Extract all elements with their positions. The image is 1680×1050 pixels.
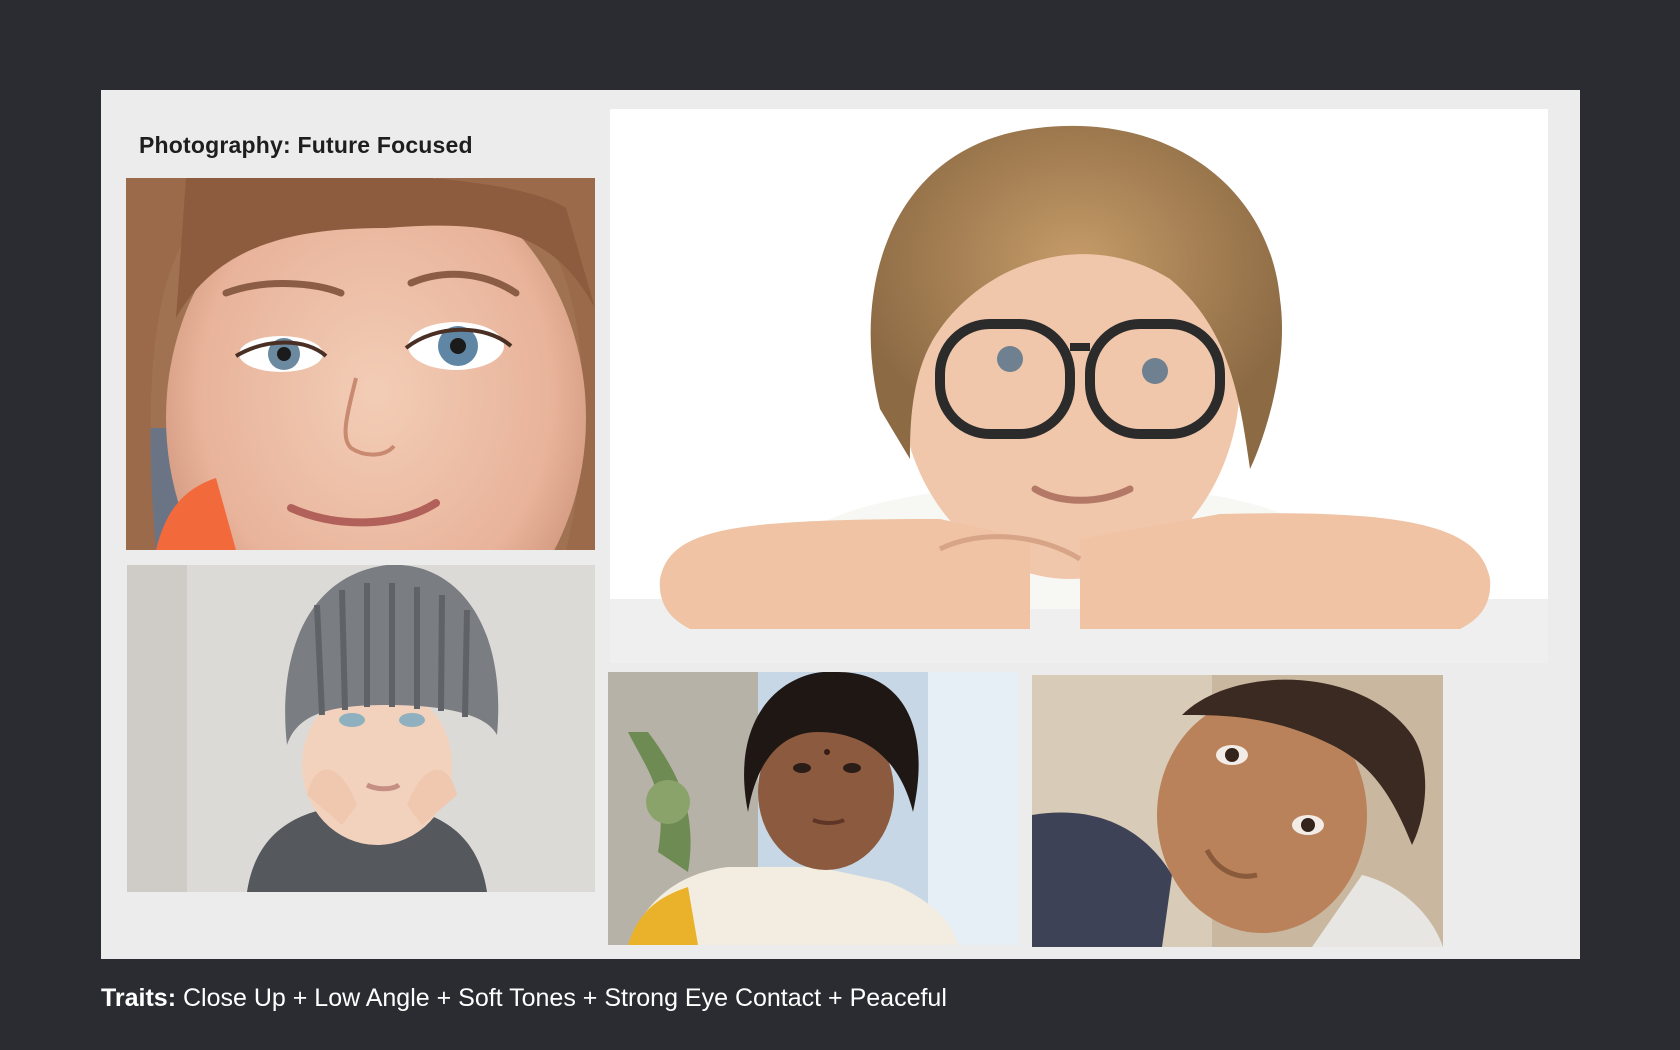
traits-caption: Traits: Close Up + Low Angle + Soft Tone… (101, 984, 947, 1013)
boy-glasses-photo (610, 109, 1548, 663)
girl-closeup-photo (126, 178, 595, 550)
child-beanie-photo (127, 565, 595, 892)
boy-lookup-photo (1032, 675, 1443, 947)
board-title: Photography: Future Focused (139, 132, 473, 158)
traits-text: Close Up + Low Angle + Soft Tones + Stro… (182, 984, 947, 1012)
traits-label: Traits: (101, 984, 177, 1012)
girl-wall-photo (608, 672, 1018, 945)
